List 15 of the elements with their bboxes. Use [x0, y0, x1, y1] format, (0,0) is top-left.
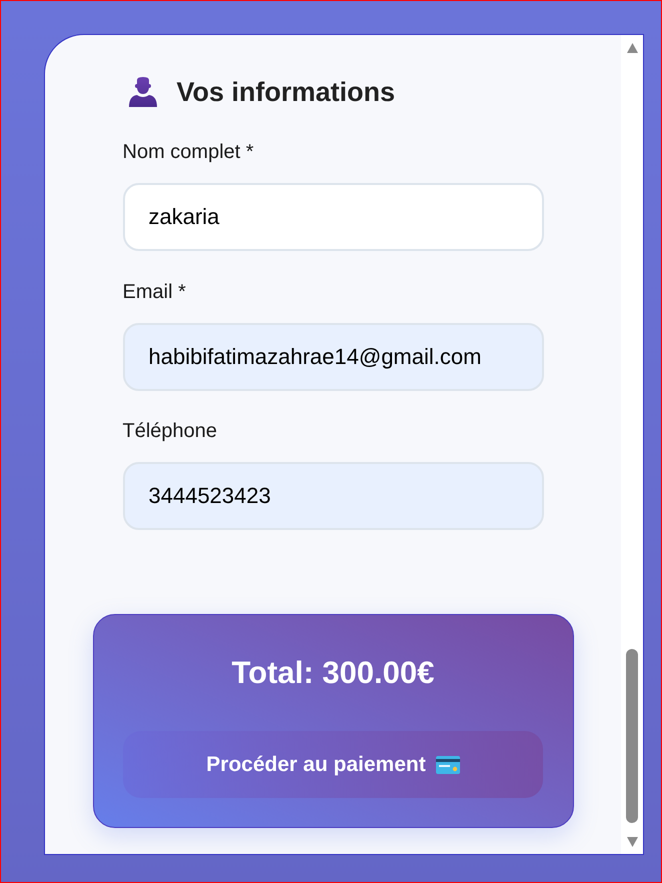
scroll-up-icon[interactable]: [626, 43, 638, 53]
section-title: Vos informations: [176, 76, 396, 109]
scrollbar[interactable]: [621, 35, 643, 854]
input-field[interactable]: habibifatimazahrae14@gmail.com: [122, 323, 544, 391]
payment-button[interactable]: Procéder au paiement: [123, 731, 543, 798]
field-label: Nom complet *: [122, 140, 254, 164]
input-field[interactable]: 3444523423: [122, 462, 544, 530]
field-label: Email *: [122, 280, 186, 304]
input-field[interactable]: zakaria: [122, 183, 544, 251]
field-label: Téléphone: [122, 419, 218, 443]
total-amount: Total: 300.00€: [232, 654, 434, 692]
credit-card-icon: [436, 756, 460, 774]
scrollbar-thumb[interactable]: [626, 649, 638, 823]
scroll-down-icon[interactable]: [626, 837, 638, 847]
person-icon: [128, 77, 158, 107]
